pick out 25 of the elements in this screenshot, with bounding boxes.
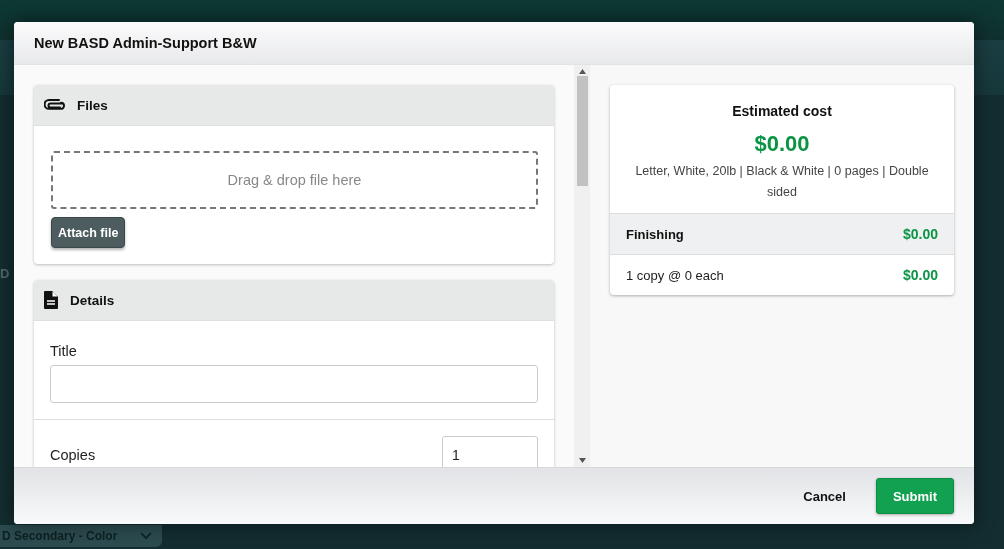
- input-field[interactable]: 1: [442, 436, 538, 467]
- dropzone[interactable]: Drag & drop file here: [51, 151, 538, 209]
- cost-amount: $0.00: [902, 226, 938, 242]
- chevron-down-icon: [140, 532, 152, 540]
- dialog-title: New BASD Admin-Support B&W: [34, 35, 257, 51]
- background-text: D: [0, 266, 10, 281]
- estimate-heading: Estimated cost: [731, 103, 833, 119]
- cost-amount: $0.00: [902, 267, 938, 283]
- cancel-button[interactable]: Cancel: [787, 478, 862, 514]
- cost-label: Finishing: [626, 226, 684, 242]
- paperclip-icon: [44, 99, 65, 111]
- scrollbar-thumb[interactable]: [576, 76, 588, 186]
- card-title: Files: [77, 97, 108, 113]
- scrollbar[interactable]: [574, 65, 590, 467]
- cost-label: 1 copy @ 0 each: [626, 267, 724, 283]
- scroll-up-icon[interactable]: [578, 69, 586, 74]
- field-label: Copies: [50, 447, 96, 463]
- attach-file-button[interactable]: Attach file: [51, 217, 126, 248]
- field-label: Title: [50, 343, 78, 359]
- document-icon: [44, 291, 58, 309]
- card-title: Details: [70, 292, 115, 308]
- input-field[interactable]: [50, 365, 538, 403]
- print-summary: Letter, White, 20lb | Black & White | 0 pages | Double sided: [634, 163, 930, 201]
- total-cost: $0.00: [753, 131, 811, 157]
- scroll-down-icon[interactable]: [578, 458, 586, 463]
